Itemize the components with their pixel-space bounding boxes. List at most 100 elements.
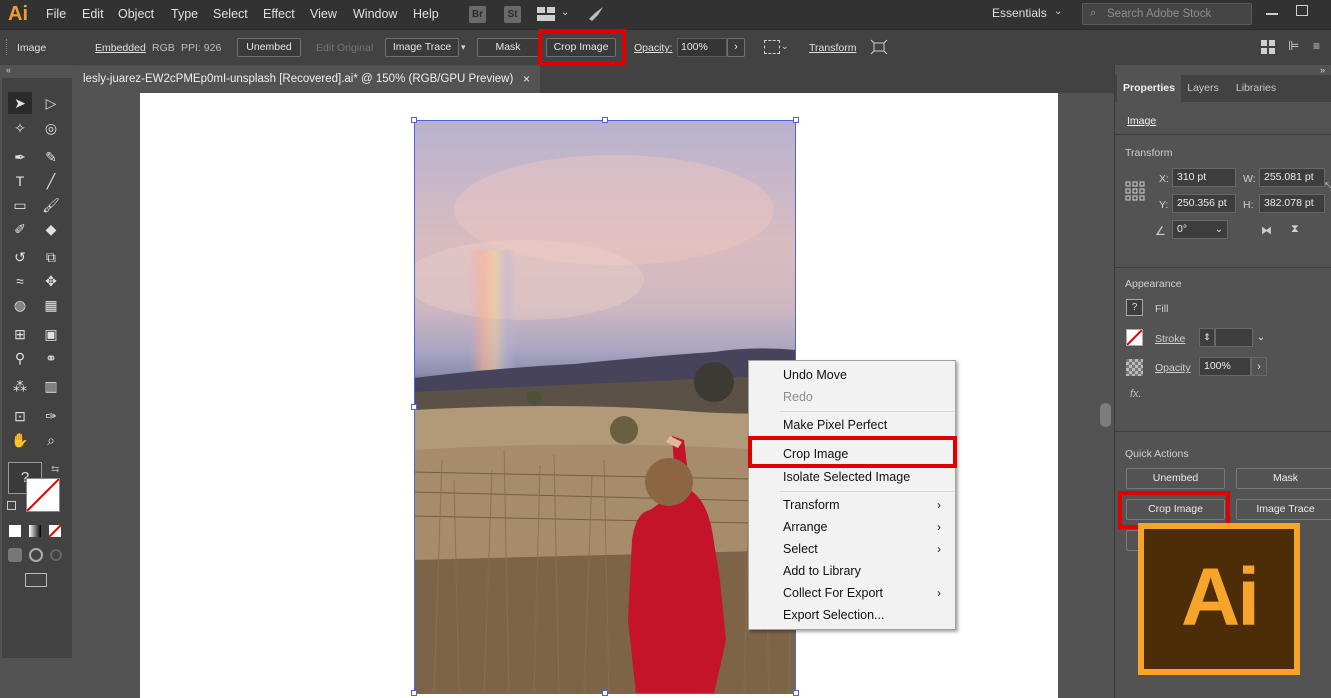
transform-each-icon[interactable] [870,39,888,55]
direct-selection-tool-icon[interactable]: ▷ [39,92,63,114]
panel-options-icon[interactable]: ⊫ [1288,38,1299,54]
symbol-sprayer-icon[interactable]: ⁂ [8,375,32,397]
restore-icon[interactable] [1296,5,1308,16]
document-tab[interactable]: lesly-juarez-EW2cPMEp0mI-unsplash [Recov… [74,65,540,93]
chevron-down-icon[interactable]: ⌄ [1054,6,1062,17]
zoom-tool-icon[interactable]: ⌕ [39,429,63,451]
chevron-right-icon[interactable]: › [727,38,745,57]
unembed-button[interactable]: Unembed [1126,468,1225,489]
menu-item-select[interactable]: Select [783,542,818,556]
blend-tool-icon[interactable]: ⚭ [39,347,63,369]
chevron-down-icon[interactable]: ⌄ [561,7,569,18]
menu-window[interactable]: Window [353,7,397,21]
menu-item-add-to-library[interactable]: Add to Library [783,564,861,578]
menu-file[interactable]: File [46,7,66,21]
constrain-proportions-icon[interactable]: ⤡ [1325,181,1331,194]
menu-edit[interactable]: Edit [82,7,104,21]
menu-select[interactable]: Select [213,7,248,21]
menu-type[interactable]: Type [171,7,198,21]
line-tool-icon[interactable]: ╱ [39,170,63,192]
stroke-swatch[interactable] [26,478,60,512]
width-input[interactable]: 255.081 pt [1259,168,1325,187]
menu-icon[interactable]: ≡ [1313,39,1320,53]
edit-original-button[interactable]: Edit Original [316,42,373,54]
selection-tool-icon[interactable]: ➤ [8,92,32,114]
gpu-performance-icon[interactable] [586,4,606,24]
mesh-tool-icon[interactable]: ⊞ [8,323,32,345]
width-tool-icon[interactable]: ≈ [8,270,32,292]
reference-point-icon[interactable] [1125,181,1145,201]
menu-effect[interactable]: Effect [263,7,295,21]
curvature-tool-icon[interactable]: ✎ [39,146,63,168]
chevron-down-icon[interactable]: ⌄ [1210,220,1228,239]
slice-tool-icon[interactable]: ✑ [39,405,63,427]
gradient-tool-icon[interactable]: ▣ [39,323,63,345]
collapse-icon[interactable]: « [6,65,11,75]
default-colors-icon[interactable] [7,501,16,510]
align-icon[interactable] [764,40,780,54]
opacity-input[interactable]: 100% [1199,357,1251,376]
stroke-stepper[interactable]: ⇕ [1199,328,1215,347]
none-mode-icon[interactable] [48,524,62,538]
paintbrush-icon[interactable]: 🖌 [39,194,63,216]
swap-icon[interactable]: ⇆ [51,464,59,475]
resize-handle[interactable] [411,117,417,123]
menu-view[interactable]: View [310,7,337,21]
perspective-grid-icon[interactable]: ▦ [39,294,63,316]
hand-tool-icon[interactable]: ✋ [8,429,32,451]
resize-handle[interactable] [602,117,608,123]
stroke-label[interactable]: Stroke [1155,333,1185,345]
y-input[interactable]: 250.356 pt [1172,194,1236,213]
close-icon[interactable]: × [523,72,530,86]
height-input[interactable]: 382.078 pt [1259,194,1325,213]
flip-horizontal-icon[interactable]: ⧓ [1261,224,1272,237]
scale-tool-icon[interactable]: ⧉ [39,246,63,268]
fx-icon[interactable]: fx. [1130,388,1142,400]
screen-mode-icon[interactable] [25,573,47,587]
menu-help[interactable]: Help [413,7,439,21]
stroke-weight-input[interactable] [1215,328,1253,347]
bridge-icon[interactable]: Br [469,6,486,23]
draw-behind-icon[interactable] [29,548,43,562]
embedded-link[interactable]: Embedded [95,42,146,54]
transform-link[interactable]: Transform [809,42,856,54]
flip-vertical-icon[interactable]: ⧗ [1291,223,1299,236]
opacity-input[interactable]: 100% [677,38,727,57]
fill-swatch[interactable]: ? [1126,299,1143,316]
minimize-icon[interactable] [1266,13,1278,15]
color-mode-icon[interactable] [9,525,21,537]
menu-item-export-selection[interactable]: Export Selection... [783,608,884,622]
lasso-icon[interactable]: ◎ [39,117,63,139]
workspace-switcher[interactable]: Essentials [992,6,1047,20]
resize-handle[interactable] [602,690,608,696]
menu-item-make-pixel-perfect[interactable]: Make Pixel Perfect [783,418,887,432]
resize-handle[interactable] [411,690,417,696]
eraser-icon[interactable]: ◆ [39,218,63,240]
resize-handle[interactable] [411,404,417,410]
arrange-documents-icon[interactable] [537,7,555,21]
resize-handle[interactable] [793,690,799,696]
unembed-button[interactable]: Unembed [237,38,301,57]
x-input[interactable]: 310 pt [1172,168,1236,187]
gradient-mode-icon[interactable] [29,525,41,537]
menu-item-undo-move[interactable]: Undo Move [783,368,847,382]
search-stock-input[interactable]: ⌕ Search Adobe Stock [1082,3,1252,25]
menu-item-transform[interactable]: Transform [783,498,840,512]
menu-item-collect-for-export[interactable]: Collect For Export [783,586,883,600]
tab-libraries[interactable]: Libraries [1225,75,1287,102]
menu-item-arrange[interactable]: Arrange [783,520,827,534]
arrange-grid-icon[interactable] [1261,40,1275,54]
draw-inside-icon[interactable] [50,549,62,561]
stroke-swatch[interactable] [1126,329,1143,346]
eyedropper-icon[interactable]: ⚲ [8,347,32,369]
scrollbar-thumb[interactable] [1100,403,1111,427]
graph-tool-icon[interactable]: ▥ [39,375,63,397]
vertical-scrollbar[interactable] [1098,93,1114,698]
rectangle-tool-icon[interactable]: ▭ [8,194,32,216]
chevron-down-icon[interactable]: ⌄ [781,41,789,52]
draw-normal-icon[interactable] [8,548,22,562]
rotate-tool-icon[interactable]: ↺ [8,246,32,268]
image-trace-button[interactable]: Image Trace [1236,499,1331,520]
collapse-icon[interactable]: » [1320,65,1325,75]
puppet-warp-icon[interactable]: ✥ [39,270,63,292]
